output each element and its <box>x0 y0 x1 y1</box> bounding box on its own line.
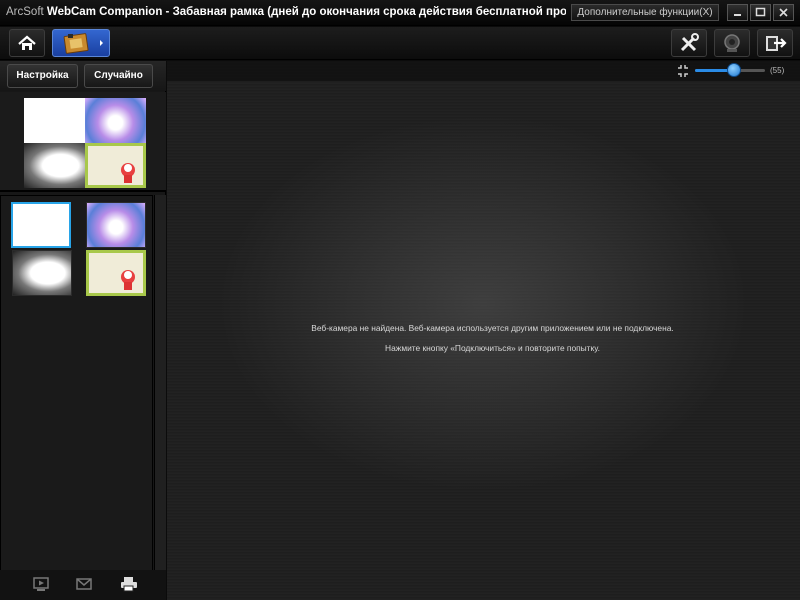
main-toolbar <box>0 27 800 60</box>
gallery-frame-cartoon[interactable] <box>86 250 146 296</box>
tools-button[interactable] <box>671 29 707 57</box>
close-icon <box>779 8 788 17</box>
camera-view: (55) Веб-камера не найдена. Веб-камера и… <box>167 61 800 600</box>
gallery-scrollbar[interactable] <box>154 195 166 571</box>
random-tab[interactable]: Случайно <box>84 64 153 88</box>
frame-sidebar: Настройка Случайно <box>0 61 166 600</box>
sidebar-tabs: Настройка Случайно <box>0 61 166 91</box>
home-icon <box>18 35 36 50</box>
zoom-value: (55) <box>770 66 785 75</box>
gallery-frame-purple[interactable] <box>86 202 146 248</box>
print-icon[interactable] <box>120 576 138 592</box>
zoom-slider[interactable] <box>695 63 765 77</box>
webcam-button[interactable] <box>714 29 750 57</box>
title-text: - Забавная рамка (дней до окончания срок… <box>165 6 566 18</box>
slideshow-icon[interactable] <box>33 576 49 592</box>
preview-frame-white <box>24 98 85 143</box>
exit-button[interactable] <box>757 29 793 57</box>
preview-frame-dark <box>24 143 85 188</box>
preview-frame-cartoon <box>85 143 146 188</box>
connect-instruction-message: Нажмите кнопку «Подключиться» и повторит… <box>385 343 600 353</box>
email-icon[interactable] <box>76 576 94 592</box>
gallery-frame-dark[interactable] <box>12 250 72 296</box>
gallery-frame-white[interactable] <box>11 202 71 248</box>
exit-icon <box>766 36 787 51</box>
settings-tab[interactable]: Настройка <box>7 64 78 88</box>
window-title: ArcSoft WebCam Companion - Забавная рамк… <box>6 6 566 18</box>
tools-icon <box>680 33 699 52</box>
extra-functions-button[interactable]: Дополнительные функции(X) <box>571 4 719 21</box>
maximize-button[interactable] <box>750 4 771 21</box>
cartoon-character-icon <box>121 270 135 290</box>
close-button[interactable] <box>773 4 794 21</box>
home-button[interactable] <box>9 29 45 57</box>
minimize-icon <box>734 14 741 16</box>
product-label: WebCam Companion <box>46 6 163 18</box>
brand-label: ArcSoft <box>6 6 44 18</box>
frame-gallery <box>0 195 153 571</box>
fun-frame-button[interactable] <box>52 29 110 57</box>
zoom-bar: (55) <box>167 61 800 81</box>
sidebar-actions <box>0 570 166 600</box>
webcam-icon <box>724 34 740 52</box>
zoom-slider-handle[interactable] <box>726 63 741 77</box>
preview-frame-purple <box>85 98 146 143</box>
webcam-not-found-message: Веб-камера не найдена. Веб-камера исполь… <box>311 323 674 333</box>
maximize-icon <box>755 7 766 17</box>
cartoon-character-icon <box>121 163 135 183</box>
frame-preview <box>0 92 166 192</box>
title-bar: ArcSoft WebCam Companion - Забавная рамк… <box>0 0 800 26</box>
minimize-button[interactable] <box>727 4 748 21</box>
fit-to-window-icon[interactable] <box>676 64 690 78</box>
fun-frame-icon <box>63 33 103 54</box>
